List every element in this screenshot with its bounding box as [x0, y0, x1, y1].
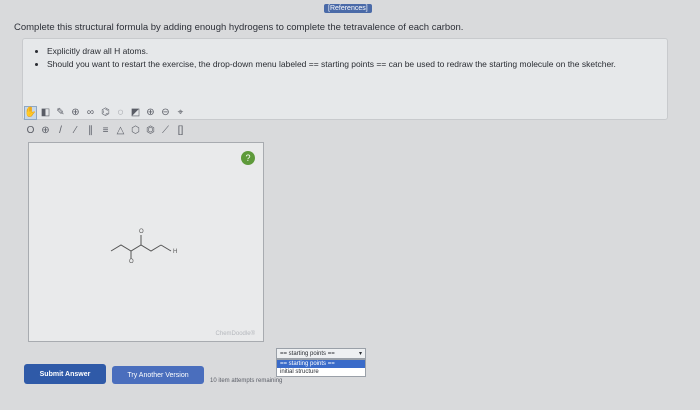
- plus-icon[interactable]: ⊕: [39, 124, 52, 138]
- dropdown-option[interactable]: initial structure: [277, 368, 365, 376]
- chain-icon[interactable]: ⟋: [159, 124, 172, 138]
- eraser-icon[interactable]: ◧: [39, 106, 52, 120]
- sketcher-logo: ChemDoodle®: [215, 331, 255, 337]
- references-link[interactable]: [References]: [324, 4, 372, 13]
- molecule-drawing[interactable]: O H O: [107, 223, 197, 263]
- template-icon[interactable]: ⌖: [174, 106, 187, 120]
- chevron-down-icon: ▾: [358, 351, 362, 357]
- double-bond-icon[interactable]: ∥: [84, 124, 97, 138]
- oxygen-label: O: [139, 229, 144, 235]
- triple-bond-icon[interactable]: ≡: [99, 124, 112, 138]
- rings-icon[interactable]: ∞: [84, 106, 97, 120]
- dropdown-option[interactable]: == starting points ==: [277, 360, 365, 368]
- starting-points-dropdown[interactable]: == starting points == ▾ == starting point…: [276, 348, 366, 377]
- structure-icon[interactable]: ⌬: [99, 106, 112, 120]
- instruction-item: Explicitly draw all H atoms.: [47, 45, 657, 57]
- label-icon[interactable]: O: [24, 124, 37, 138]
- single-bond-icon[interactable]: /: [54, 124, 67, 138]
- instruction-item: Should you want to restart the exercise,…: [47, 58, 657, 70]
- hand-icon[interactable]: ✋: [24, 105, 37, 120]
- attempts-remaining: 10 item attempts remaining: [210, 378, 283, 384]
- zoom-out-icon[interactable]: ⊖: [159, 106, 172, 120]
- brackets-icon[interactable]: []: [174, 124, 187, 138]
- ring3-icon[interactable]: △: [114, 124, 127, 138]
- benzene-icon[interactable]: ⏣: [144, 124, 157, 138]
- help-icon[interactable]: ?: [241, 151, 255, 165]
- question-prompt: Complete this structural formula by addi…: [14, 22, 464, 33]
- atom-icon[interactable]: ⊕: [69, 106, 82, 120]
- toolbar-bottom: O ⊕ / ⁄ ∥ ≡ △ ⬡ ⏣ ⟋ []: [24, 122, 268, 139]
- pencil-icon[interactable]: ✎: [54, 106, 67, 120]
- oxygen-label: O: [129, 259, 134, 263]
- dropdown-options: == starting points == initial structure: [276, 359, 366, 377]
- clean-icon[interactable]: ◩: [129, 106, 142, 120]
- lasso-icon[interactable]: ◌: [114, 106, 127, 120]
- hydrogen-label: H: [173, 249, 177, 255]
- ring6-icon[interactable]: ⬡: [129, 124, 142, 138]
- drawing-canvas[interactable]: ? O H O ChemDoodle®: [28, 142, 264, 342]
- try-another-version-button[interactable]: Try Another Version: [112, 366, 204, 384]
- submit-answer-button[interactable]: Submit Answer: [24, 364, 106, 384]
- wedge-bond-icon[interactable]: ⁄: [69, 124, 82, 138]
- toolbar-top: ✋ ◧ ✎ ⊕ ∞ ⌬ ◌ ◩ ⊕ ⊖ ⌖: [24, 104, 268, 121]
- dropdown-current[interactable]: == starting points == ▾: [276, 348, 366, 359]
- chem-sketcher: ✋ ◧ ✎ ⊕ ∞ ⌬ ◌ ◩ ⊕ ⊖ ⌖ O ⊕ / ⁄ ∥ ≡ △ ⬡ ⏣ …: [24, 100, 268, 345]
- zoom-in-icon[interactable]: ⊕: [144, 106, 157, 120]
